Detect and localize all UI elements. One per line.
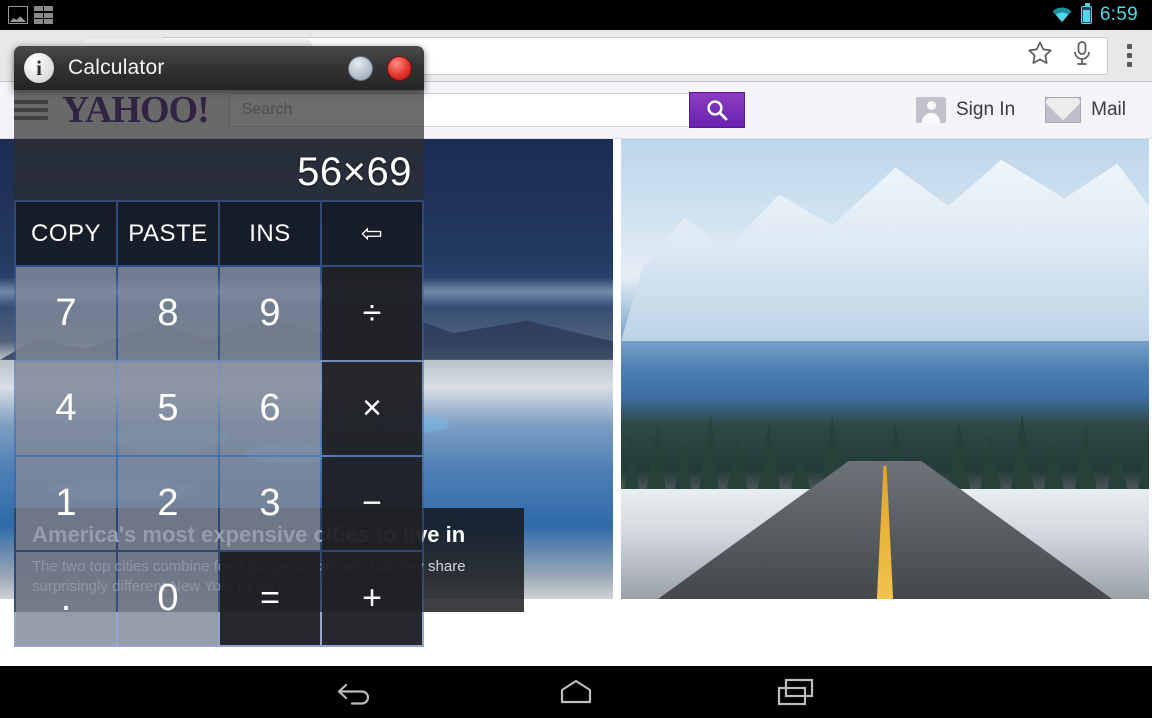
browser-menu-button[interactable] xyxy=(1114,30,1144,82)
status-bar: 6:59 xyxy=(0,0,1152,30)
calc-key-0[interactable]: 0 xyxy=(118,552,218,645)
calc-key-6[interactable]: 6 xyxy=(220,362,320,455)
calc-key-paste[interactable]: PASTE xyxy=(118,202,218,265)
nav-home-button[interactable] xyxy=(541,666,611,718)
calc-key-2[interactable]: 2 xyxy=(118,457,218,550)
calc-key-divide[interactable]: ÷ xyxy=(322,267,422,360)
bookmark-star-icon[interactable] xyxy=(1027,40,1053,71)
calc-key-copy[interactable]: COPY xyxy=(16,202,116,265)
calc-key-minus[interactable]: − xyxy=(322,457,422,550)
calc-key-3[interactable]: 3 xyxy=(220,457,320,550)
user-avatar-icon xyxy=(916,97,946,123)
calculator-window-buttons xyxy=(348,55,424,81)
info-icon: i xyxy=(24,53,54,83)
calc-key-ins[interactable]: INS xyxy=(220,202,320,265)
nav-back-button[interactable] xyxy=(321,666,391,718)
android-navigation-bar xyxy=(0,666,1152,718)
calc-key-1[interactable]: 1 xyxy=(16,457,116,550)
screenshot-notification-icon[interactable] xyxy=(8,6,28,24)
battery-icon xyxy=(1080,3,1092,24)
calc-key-5[interactable]: 5 xyxy=(118,362,218,455)
sign-in-label: Sign In xyxy=(956,99,1016,120)
wifi-icon xyxy=(1051,7,1073,23)
calculator-title: Calculator xyxy=(68,56,165,79)
app-grid-notification-icon[interactable] xyxy=(34,6,53,24)
mail-label: Mail xyxy=(1091,99,1126,120)
calculator-keypad: COPY PASTE INS ⇦ 7 8 9 ÷ 4 5 6 × 1 2 3−. 0 = + xyxy=(14,200,424,647)
page-horizontal-scrollbar[interactable] xyxy=(826,655,989,662)
yahoo-sign-in-link[interactable]: Sign In xyxy=(916,97,1015,123)
status-bar-notifications[interactable] xyxy=(0,6,53,24)
yahoo-mail-link[interactable]: Mail xyxy=(1045,97,1126,123)
calculator-window[interactable]: i Calculator 56×69 COPY PASTE INS ⇦ 7 8 9 ÷ 4 5 6 ×… xyxy=(14,34,424,647)
minimize-button[interactable] xyxy=(348,55,373,81)
microphone-icon[interactable] xyxy=(1071,40,1093,71)
yahoo-account-area: Sign In Mail xyxy=(916,97,1138,123)
envelope-icon xyxy=(1045,97,1082,123)
status-bar-system-icons[interactable]: 6:59 xyxy=(1051,3,1152,26)
close-button[interactable] xyxy=(387,55,412,81)
calc-key-plus[interactable]: + xyxy=(322,552,422,645)
status-bar-clock: 6:59 xyxy=(1099,4,1138,25)
calc-key-4[interactable]: 4 xyxy=(16,362,116,455)
calc-key-multiply[interactable]: × xyxy=(322,362,422,455)
calc-key-7[interactable]: 7 xyxy=(16,267,116,360)
calc-key-backspace[interactable]: ⇦ xyxy=(322,202,422,265)
calc-key-8[interactable]: 8 xyxy=(118,267,218,360)
calculator-display-value: 56×69 xyxy=(297,150,412,194)
device-screen: 6:59 Sign In Mail in share i Calculator … xyxy=(0,0,1152,718)
news-photo-right[interactable] xyxy=(618,139,1149,599)
calc-key-9[interactable]: 9 xyxy=(220,267,320,360)
yahoo-search-button[interactable] xyxy=(688,92,745,128)
mountain-road-image xyxy=(621,139,1149,599)
search-icon xyxy=(707,100,728,121)
nav-recents-button[interactable] xyxy=(761,666,831,718)
calc-key-decimal[interactable]: . xyxy=(16,552,116,645)
calculator-titlebar[interactable]: i Calculator xyxy=(14,46,424,90)
calc-key-equals[interactable]: = xyxy=(220,552,320,645)
